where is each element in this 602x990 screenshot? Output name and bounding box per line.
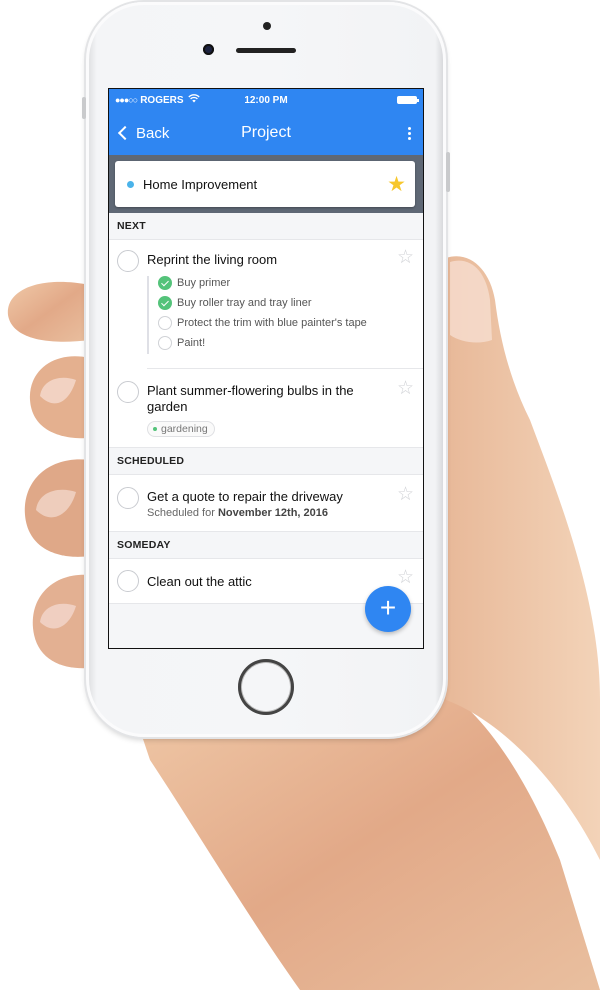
wifi-icon bbox=[187, 94, 200, 106]
project-name: Home Improvement bbox=[143, 176, 258, 192]
signal-strength-icon: ●●●○○ bbox=[115, 95, 138, 105]
checklist-item-label: Buy roller tray and tray liner bbox=[177, 297, 312, 309]
task-checkbox[interactable] bbox=[117, 487, 139, 509]
project-card[interactable]: Home Improvement ★ bbox=[115, 161, 415, 207]
task-title: Clean out the attic bbox=[147, 574, 252, 589]
star-outline-icon[interactable]: ☆ bbox=[397, 379, 414, 398]
task-title: Reprint the living room bbox=[147, 252, 278, 267]
power-button bbox=[446, 152, 450, 192]
checklist-item-label: Paint! bbox=[177, 337, 206, 349]
more-vertical-icon[interactable] bbox=[408, 126, 411, 140]
checkbox-checked-icon[interactable] bbox=[158, 296, 172, 310]
checklist-item-label: Buy primer bbox=[177, 277, 231, 289]
task-item[interactable]: Get a quote to repair the driveway ☆ Sch… bbox=[109, 475, 423, 532]
task-title: Get a quote to repair the driveway bbox=[147, 489, 343, 504]
carrier-label: ROGERS bbox=[140, 94, 184, 106]
finger-1 bbox=[7, 281, 90, 342]
checkbox-checked-icon[interactable] bbox=[158, 276, 172, 290]
tag-chip[interactable]: gardening bbox=[147, 421, 215, 437]
star-outline-icon[interactable]: ☆ bbox=[397, 485, 414, 504]
nav-bar: Back Project bbox=[109, 111, 423, 155]
tag-color-dot bbox=[153, 427, 157, 431]
back-label: Back bbox=[136, 124, 170, 142]
project-header: Home Improvement ★ bbox=[109, 155, 423, 213]
checklist-item[interactable]: Protect the trim with blue painter's tap… bbox=[158, 316, 393, 330]
earpiece-speaker bbox=[236, 48, 296, 53]
schedule-info: Scheduled for November 12th, 2016 bbox=[147, 507, 393, 519]
volume-button bbox=[82, 97, 86, 119]
checkbox-unchecked-icon[interactable] bbox=[158, 316, 172, 330]
front-camera bbox=[203, 44, 214, 55]
checklist: Buy primer Buy roller tray and tray line… bbox=[147, 276, 393, 354]
task-checkbox[interactable] bbox=[117, 250, 139, 272]
star-outline-icon[interactable]: ☆ bbox=[397, 248, 414, 267]
task-item[interactable]: Reprint the living room ☆ Buy primer Buy… bbox=[109, 240, 423, 369]
project-color-dot bbox=[127, 180, 134, 188]
task-item[interactable]: Plant summer-flowering bulbs in the gard… bbox=[109, 369, 423, 448]
task-title: Plant summer-flowering bulbs in the gard… bbox=[147, 383, 354, 414]
status-bar: ●●●○○ ROGERS 12:00 PM bbox=[109, 89, 423, 111]
star-outline-icon[interactable]: ☆ bbox=[397, 568, 414, 587]
checkbox-unchecked-icon[interactable] bbox=[158, 336, 172, 350]
checklist-item[interactable]: Buy roller tray and tray liner bbox=[158, 296, 393, 310]
section-header-next: NEXT bbox=[109, 213, 423, 240]
tag-label: gardening bbox=[161, 423, 208, 435]
plus-icon: + bbox=[379, 592, 397, 623]
checklist-item[interactable]: Paint! bbox=[158, 336, 393, 350]
battery-full-icon bbox=[397, 96, 419, 104]
app-screen: ●●●○○ ROGERS 12:00 PM Back Project Home … bbox=[108, 88, 424, 649]
proximity-sensor bbox=[263, 22, 271, 30]
schedule-date: November 12th, 2016 bbox=[217, 507, 329, 519]
task-checkbox[interactable] bbox=[117, 381, 139, 403]
section-header-scheduled: SCHEDULED bbox=[109, 448, 423, 475]
chevron-left-icon bbox=[117, 125, 133, 141]
star-filled-icon[interactable]: ★ bbox=[387, 174, 406, 195]
checklist-item-label: Protect the trim with blue painter's tap… bbox=[177, 317, 367, 329]
section-header-someday: SOMEDAY bbox=[109, 532, 423, 559]
add-task-button[interactable]: + bbox=[365, 586, 411, 632]
task-checkbox[interactable] bbox=[117, 570, 139, 592]
home-button[interactable] bbox=[238, 659, 294, 715]
schedule-prefix: Scheduled for bbox=[147, 507, 215, 519]
back-button[interactable]: Back bbox=[109, 125, 169, 142]
checklist-item[interactable]: Buy primer bbox=[158, 276, 393, 290]
